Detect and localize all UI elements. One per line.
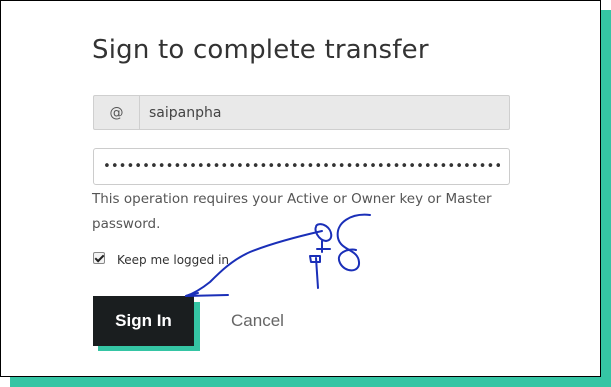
accent-bar-bottom xyxy=(10,377,611,387)
dialog-title: Sign to complete transfer xyxy=(92,35,429,65)
key-requirement-hint: This operation requires your Active or O… xyxy=(92,191,492,232)
sign-in-button[interactable]: Sign In xyxy=(93,296,194,346)
username-field-group: @ xyxy=(93,95,510,130)
keep-logged-in-row[interactable]: Keep me logged in xyxy=(93,249,229,267)
cancel-button[interactable]: Cancel xyxy=(215,296,300,346)
username-input[interactable] xyxy=(140,96,509,129)
accent-bar-right xyxy=(601,10,611,387)
password-input[interactable] xyxy=(93,148,510,185)
screenshot-frame: Sign to complete transfer @ This operati… xyxy=(0,0,611,387)
sign-dialog: Sign to complete transfer @ This operati… xyxy=(0,0,601,377)
keep-logged-in-checkbox[interactable] xyxy=(93,252,105,264)
at-prefix: @ xyxy=(94,96,140,129)
keep-logged-in-label[interactable]: Keep me logged in xyxy=(117,253,229,267)
